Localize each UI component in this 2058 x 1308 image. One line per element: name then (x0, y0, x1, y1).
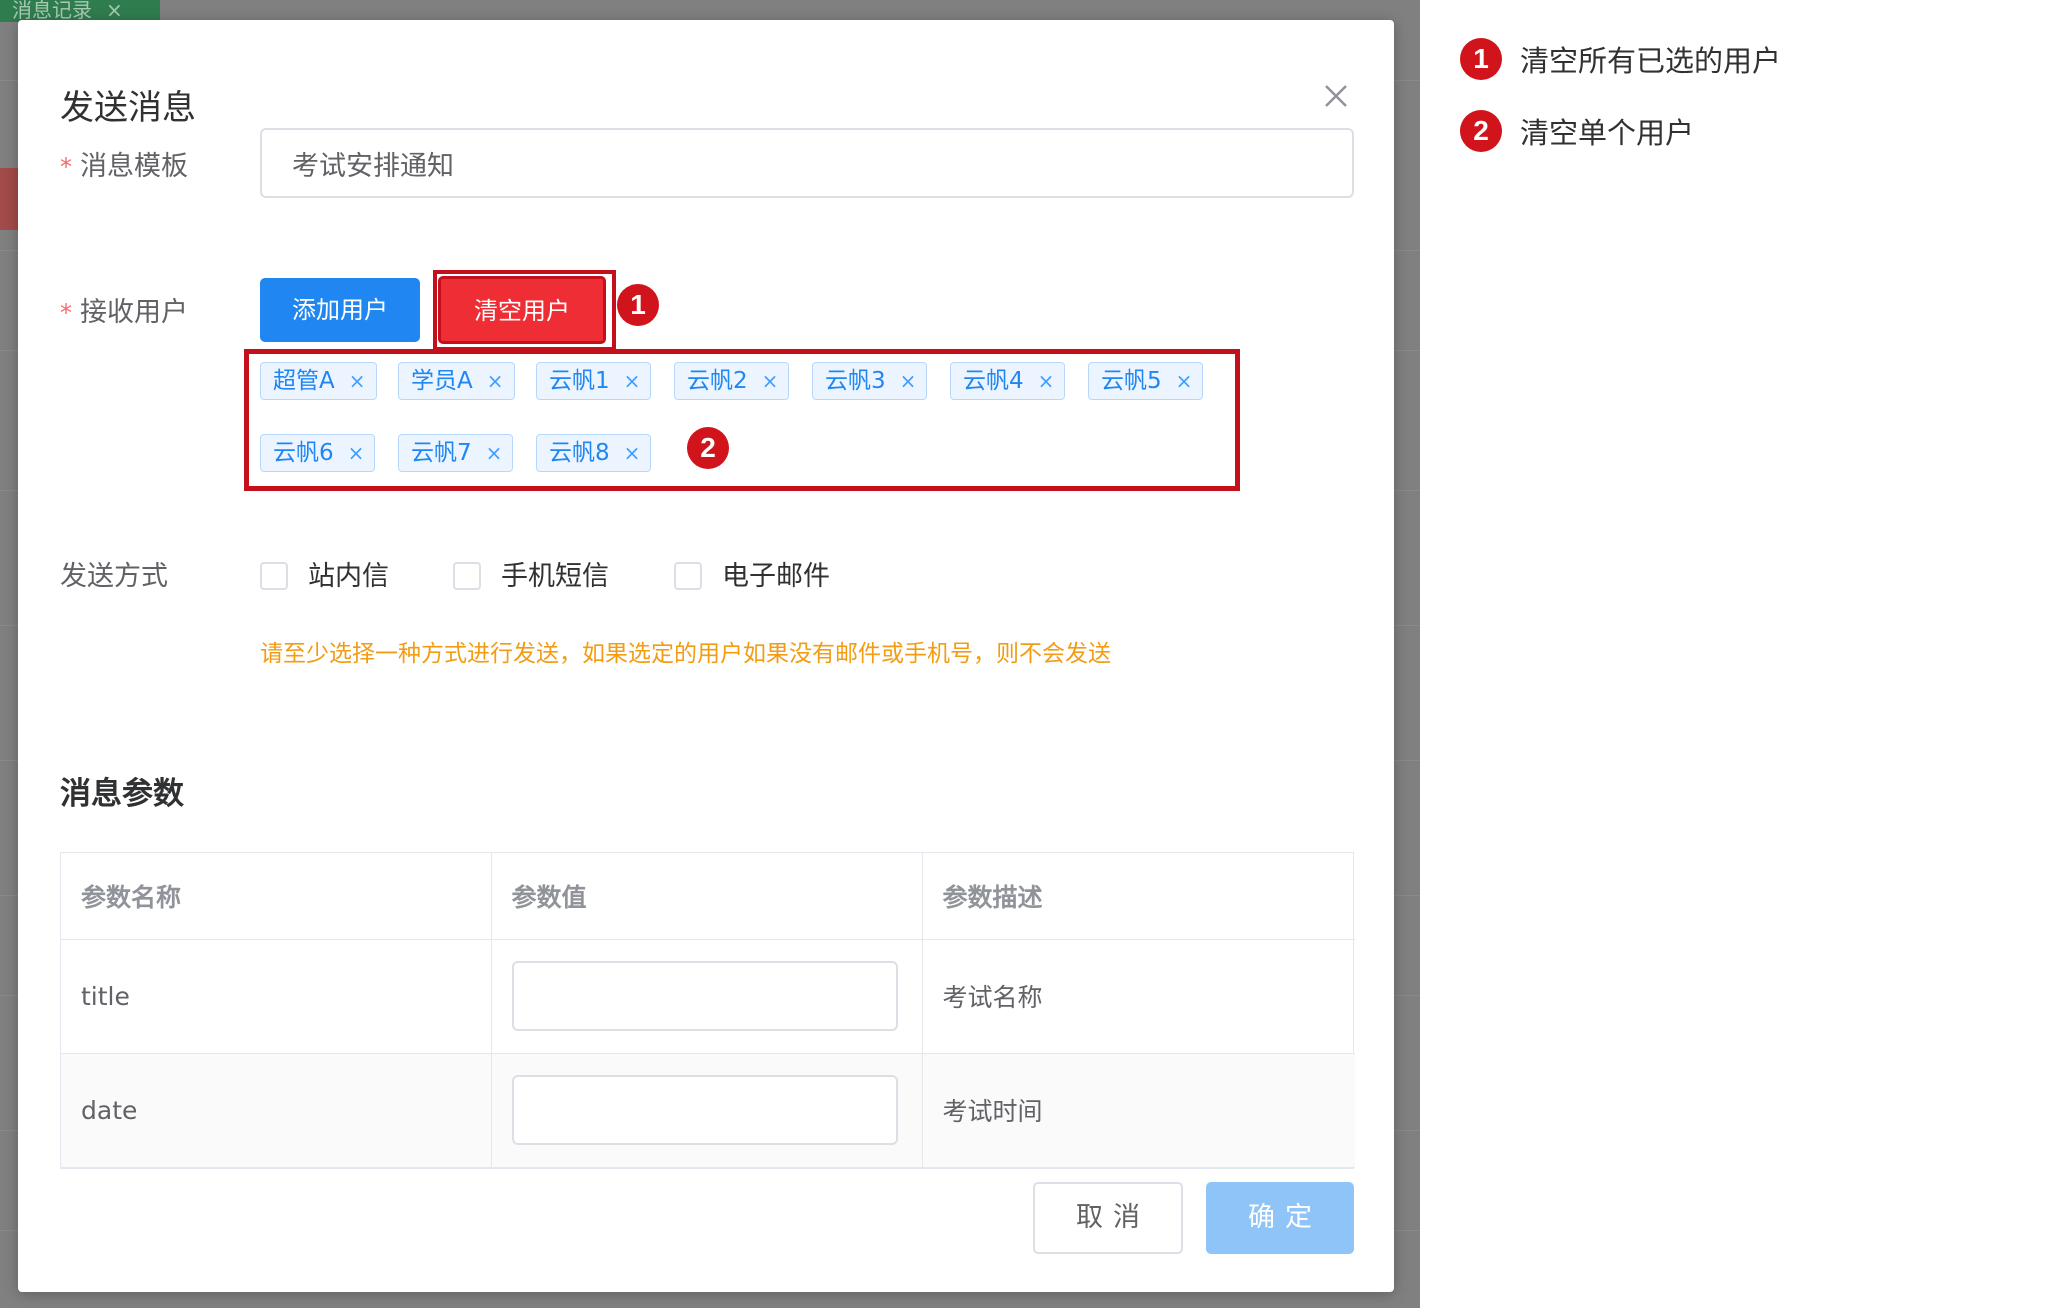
legend-badge-1: 1 (1460, 38, 1502, 80)
legend-badge-2: 2 (1460, 110, 1502, 152)
column-header: 参数值 (491, 853, 923, 940)
tag-close-icon[interactable]: × (348, 435, 365, 471)
user-tag-label: 学员A (411, 368, 473, 394)
user-tag-label: 云帆3 (825, 368, 886, 394)
checkbox-label[interactable]: 电子邮件 (722, 554, 830, 593)
table-row: title 考试名称 (61, 939, 1355, 1054)
tag-close-icon[interactable]: × (349, 363, 366, 399)
tag-close-icon[interactable]: × (900, 363, 917, 399)
template-label: * 消息模板 (60, 144, 188, 183)
required-mark: * (60, 299, 72, 327)
params-section-title: 消息参数 (60, 776, 184, 812)
user-tag: 超管A × (260, 362, 377, 400)
tag-close-icon[interactable]: × (1038, 363, 1055, 399)
close-icon: × (106, 0, 123, 22)
param-value-input[interactable] (511, 961, 898, 1031)
param-name: title (61, 939, 492, 1054)
legend-text-1: 清空所有已选的用户 (1520, 44, 1782, 78)
user-tag-label: 云帆8 (549, 440, 610, 466)
user-tag-label: 云帆2 (687, 368, 748, 394)
tag-close-icon[interactable]: × (486, 435, 503, 471)
user-tag-label: 云帆7 (411, 440, 472, 466)
user-tag-label: 云帆5 (1101, 368, 1162, 394)
user-tag: 云帆5 × (1088, 362, 1204, 400)
background-tab-label: 消息记录 (12, 0, 92, 22)
template-label-text: 消息模板 (80, 151, 188, 182)
param-value-input[interactable] (511, 1075, 898, 1145)
legend-item-2: 2 清空单个用户 (1460, 110, 1694, 152)
tag-close-icon[interactable]: × (1176, 363, 1193, 399)
user-tag-label: 云帆6 (273, 440, 334, 466)
param-name: date (61, 1053, 492, 1168)
param-value-cell (491, 1053, 923, 1168)
required-mark: * (60, 153, 72, 181)
user-tag: 学员A × (398, 362, 515, 400)
user-tag: 云帆3 × (812, 362, 928, 400)
user-tag: 云帆4 × (950, 362, 1066, 400)
close-icon[interactable] (1318, 78, 1354, 114)
send-method-label: 发送方式 (60, 561, 168, 592)
user-tag-label: 云帆4 (963, 368, 1024, 394)
user-tag: 云帆6 × (260, 434, 376, 472)
table-row: date 考试时间 (61, 1053, 1355, 1168)
checkbox-label[interactable]: 手机短信 (501, 554, 609, 593)
template-input[interactable] (260, 128, 1354, 198)
tag-close-icon[interactable]: × (624, 435, 641, 471)
checkbox-site-message[interactable] (260, 562, 288, 590)
user-tag-label: 超管A (273, 368, 335, 394)
background-tab: 消息记录 × (0, 0, 160, 22)
cancel-button[interactable]: 取消 (1033, 1182, 1183, 1254)
user-tag: 云帆7 × (398, 434, 514, 472)
user-tag-label: 云帆1 (549, 368, 610, 394)
add-user-button[interactable]: 添加用户 (260, 278, 420, 342)
clear-users-button[interactable]: 清空用户 (438, 276, 606, 344)
confirm-button[interactable]: 确定 (1206, 1182, 1354, 1254)
checkbox-email[interactable] (674, 562, 702, 590)
legend-text-2: 清空单个用户 (1520, 116, 1695, 150)
tag-close-icon[interactable]: × (624, 363, 641, 399)
background-button (0, 168, 18, 230)
param-value-cell (491, 939, 923, 1054)
user-tag: 云帆1 × (536, 362, 652, 400)
dialog-title: 发送消息 (60, 88, 196, 128)
user-tag: 云帆2 × (674, 362, 790, 400)
users-label: * 接收用户 (60, 290, 188, 329)
column-header: 参数名称 (61, 853, 492, 940)
send-method-hint: 请至少选择一种方式进行发送，如果选定的用户如果没有邮件或手机号，则不会发送 (260, 641, 1111, 667)
annotation-badge-1: 1 (617, 284, 659, 326)
column-header: 参数描述 (922, 853, 1355, 940)
legend-item-1: 1 清空所有已选的用户 (1460, 38, 1781, 80)
annotation-badge-2: 2 (687, 427, 729, 469)
param-desc: 考试名称 (922, 939, 1355, 1054)
send-message-dialog: 发送消息 * 消息模板 * 接收用户 添加用户 清空用户 1 超管A × 学员A × 云… (18, 20, 1394, 1292)
users-label-text: 接收用户 (80, 297, 188, 328)
user-tag: 云帆8 × (536, 434, 652, 472)
checkbox-label[interactable]: 站内信 (308, 554, 389, 593)
params-table: 参数名称 参数值 参数描述 title 考试名称 date 考试时间 (60, 852, 1355, 1169)
tag-close-icon[interactable]: × (762, 363, 779, 399)
checkbox-sms[interactable] (453, 562, 481, 590)
tag-close-icon[interactable]: × (487, 363, 504, 399)
param-desc: 考试时间 (922, 1053, 1355, 1168)
